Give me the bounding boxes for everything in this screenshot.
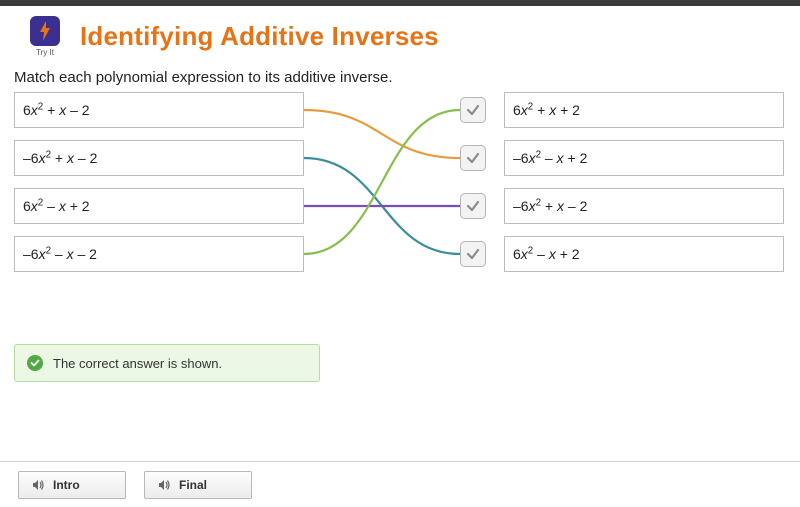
expr-text: 6x2 + x – 2 xyxy=(23,102,90,118)
header: Try It Identifying Additive Inverses xyxy=(0,6,800,61)
final-audio-button[interactable]: Final xyxy=(144,471,252,499)
check-icon xyxy=(460,97,486,123)
left-column: 6x2 + x – 2 –6x2 + x – 2 6x2 – x + 2 –6x… xyxy=(14,92,304,284)
check-icon xyxy=(460,193,486,219)
check-column xyxy=(460,92,492,289)
check-icon xyxy=(460,145,486,171)
right-column: 6x2 + x + 2 –6x2 – x + 2 –6x2 + x – 2 6x… xyxy=(504,92,784,284)
right-expression-1[interactable]: –6x2 – x + 2 xyxy=(504,140,784,176)
bolt-icon xyxy=(30,16,60,46)
right-expression-3[interactable]: 6x2 – x + 2 xyxy=(504,236,784,272)
left-expression-0[interactable]: 6x2 + x – 2 xyxy=(14,92,304,128)
bottom-bar: Intro Final xyxy=(0,461,800,507)
expr-text: –6x2 + x – 2 xyxy=(23,150,97,166)
speaker-icon xyxy=(157,478,171,492)
checkmark-circle-icon xyxy=(27,355,43,371)
intro-audio-button[interactable]: Intro xyxy=(18,471,126,499)
instruction-text: Match each polynomial expression to its … xyxy=(0,61,800,92)
right-expression-0[interactable]: 6x2 + x + 2 xyxy=(504,92,784,128)
expr-text: –6x2 – x – 2 xyxy=(23,246,97,262)
expr-text: 6x2 – x + 2 xyxy=(23,198,90,214)
feedback-banner: The correct answer is shown. xyxy=(14,344,320,382)
expr-text: –6x2 + x – 2 xyxy=(513,198,587,214)
left-expression-2[interactable]: 6x2 – x + 2 xyxy=(14,188,304,224)
button-label: Intro xyxy=(53,478,80,492)
expr-text: –6x2 – x + 2 xyxy=(513,150,587,166)
right-expression-2[interactable]: –6x2 + x – 2 xyxy=(504,188,784,224)
try-it-badge: Try It xyxy=(28,16,62,57)
check-icon xyxy=(460,241,486,267)
page-title: Identifying Additive Inverses xyxy=(80,21,439,52)
left-expression-3[interactable]: –6x2 – x – 2 xyxy=(14,236,304,272)
button-label: Final xyxy=(179,478,207,492)
try-it-label: Try It xyxy=(28,48,62,57)
matching-area: 6x2 + x – 2 –6x2 + x – 2 6x2 – x + 2 –6x… xyxy=(0,92,800,302)
left-expression-1[interactable]: –6x2 + x – 2 xyxy=(14,140,304,176)
expr-text: 6x2 + x + 2 xyxy=(513,102,580,118)
feedback-text: The correct answer is shown. xyxy=(53,356,222,371)
speaker-icon xyxy=(31,478,45,492)
expr-text: 6x2 – x + 2 xyxy=(513,246,580,262)
